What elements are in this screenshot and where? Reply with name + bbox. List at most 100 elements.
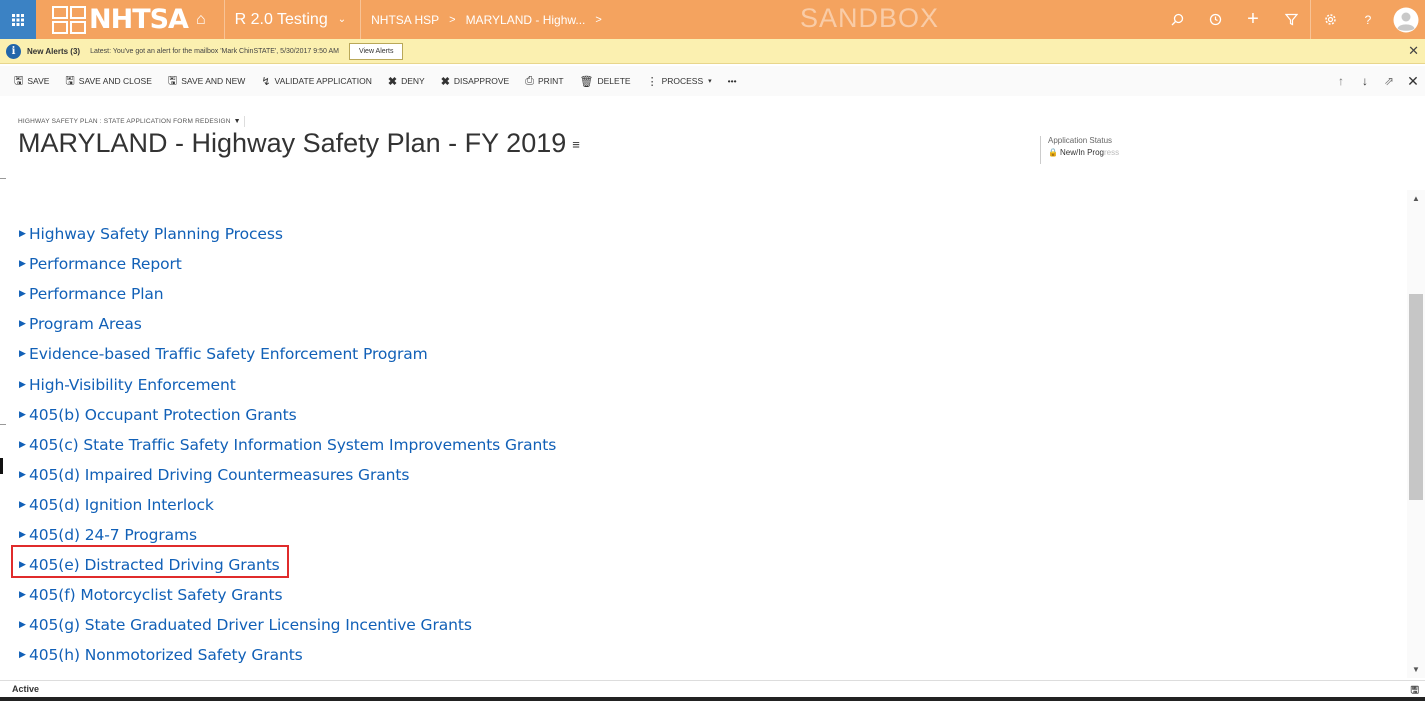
expand-icon[interactable]: ⇗	[1377, 74, 1401, 88]
printer-icon: ⎙	[525, 74, 535, 87]
caret-right-icon: ▶	[19, 319, 26, 330]
section-header[interactable]: ▶ Highway Safety Planning Process	[19, 219, 556, 249]
search-icon[interactable]	[1158, 0, 1196, 39]
vertical-scrollbar[interactable]: ▲ ▼	[1407, 190, 1425, 678]
application-status: Application Status 🔒 New/In Prog ress	[1040, 136, 1119, 164]
alert-message: Latest: You've got an alert for the mail…	[90, 47, 339, 55]
scroll-up-icon[interactable]: ▲	[1412, 194, 1420, 203]
record-state: Active	[12, 684, 40, 694]
record-navigation: ↑ ↓ ⇗ ✕	[1329, 66, 1425, 96]
print-button[interactable]: ⎙ PRINT	[525, 75, 563, 88]
app-name: R 2.0 Testing	[234, 10, 328, 28]
section-label: 405(d) Impaired Driving Countermeasures …	[29, 465, 410, 484]
x-icon: ✖	[387, 75, 398, 88]
scroll-down-icon[interactable]: ▼	[1412, 665, 1420, 674]
save-icon: 🖫	[14, 74, 24, 87]
breadcrumb-area[interactable]: NHTSA HSP	[371, 13, 439, 27]
help-icon[interactable]: ?	[1349, 0, 1387, 39]
process-button[interactable]: ⋮ PROCESS ▾	[647, 75, 712, 88]
section-label: Highway Safety Planning Process	[29, 225, 283, 244]
status-value-text: New/In Prog	[1059, 148, 1104, 157]
form-selector-label: HIGHWAY SAFETY PLAN : STATE APPLICATION …	[18, 118, 231, 125]
gear-icon[interactable]	[1311, 0, 1349, 39]
chevron-down-icon: ⌄	[337, 14, 347, 25]
caret-right-icon: ▶	[19, 529, 26, 540]
caret-right-icon: ▶	[19, 469, 26, 480]
close-icon[interactable]: ✕	[1408, 43, 1419, 59]
form-selector[interactable]: HIGHWAY SAFETY PLAN : STATE APPLICATION …	[18, 116, 245, 127]
nav-actions: + ?	[1158, 0, 1425, 39]
section-header[interactable]: ▶ Performance Report	[19, 249, 556, 279]
status-value: 🔒 New/In Prog ress	[1048, 148, 1119, 157]
scrollbar-thumb[interactable]	[1409, 294, 1423, 500]
highlight-box	[11, 545, 289, 578]
disapprove-button[interactable]: ✖ DISAPPROVE	[441, 75, 510, 88]
info-icon: i	[6, 43, 21, 59]
section-header[interactable]: ▶ 405(c) State Traffic Safety Information…	[19, 430, 556, 460]
validate-icon: ↯	[261, 75, 271, 88]
chevron-down-icon: ▾	[708, 78, 712, 85]
section-label: 405(c) State Traffic Safety Information …	[29, 435, 557, 454]
caret-right-icon: ▶	[19, 349, 26, 360]
section-header[interactable]: ▶ 405(b) Occupant Protection Grants	[19, 400, 556, 430]
section-label: Evidence-based Traffic Safety Enforcemen…	[29, 345, 428, 364]
save-button[interactable]: 🖫 SAVE	[14, 72, 49, 91]
section-list: ▶ Highway Safety Planning Process ▶ Perform…	[19, 219, 556, 678]
command-bar: 🖫 SAVE 🖫 SAVE AND CLOSE 🖫 SAVE AND NEW ↯…	[0, 66, 1425, 96]
section-label: High-Visibility Enforcement	[29, 375, 236, 394]
home-icon[interactable]: ⌂	[196, 11, 206, 29]
section-header[interactable]: ▶ 405(d) Impaired Driving Countermeasures…	[19, 460, 556, 490]
section-header[interactable]: ▶ Performance Plan	[19, 279, 556, 309]
app-switcher[interactable]: R 2.0 Testing ⌄	[235, 11, 346, 29]
plus-icon[interactable]: +	[1234, 0, 1272, 39]
section-label: 405(b) Occupant Protection Grants	[29, 405, 297, 424]
section-label: Program Areas	[29, 315, 142, 334]
save-and-new-button[interactable]: 🖫 SAVE AND NEW	[168, 72, 245, 91]
section-header[interactable]: ▶ 405(f) Motorcyclist Safety Grants	[19, 580, 556, 610]
caret-right-icon: ▶	[19, 620, 26, 631]
section-header[interactable]: ▶ 405(d) Ignition Interlock	[19, 490, 556, 520]
alert-title[interactable]: New Alerts (3)	[27, 47, 80, 56]
caret-right-icon: ▶	[19, 259, 26, 270]
close-icon[interactable]: ✕	[1401, 73, 1425, 90]
more-commands-button[interactable]: •••	[728, 76, 737, 86]
menu-icon[interactable]: ≡	[572, 137, 580, 152]
caret-down-icon: ▼	[233, 118, 241, 125]
save-new-icon: 🖫	[167, 74, 178, 87]
user-avatar-icon[interactable]	[1387, 0, 1425, 39]
page-title: MARYLAND - Highway Safety Plan - FY 2019…	[18, 128, 580, 159]
section-header[interactable]: ▶ Evidence-based Traffic Safety Enforceme…	[19, 339, 556, 369]
section-label: 405(g) State Graduated Driver Licensing …	[29, 616, 472, 635]
section-header[interactable]: ▶ Program Areas	[19, 309, 556, 339]
caret-right-icon: ▶	[19, 379, 26, 390]
app-launcher-button[interactable]	[0, 0, 36, 39]
caret-right-icon: ▶	[19, 439, 26, 450]
chevron-right-icon[interactable]: >	[595, 14, 601, 26]
save-and-close-button[interactable]: 🖫 SAVE AND CLOSE	[65, 72, 151, 91]
arrow-up-icon[interactable]: ↑	[1329, 74, 1353, 88]
deny-button[interactable]: ✖ DENY	[388, 75, 425, 88]
section-header[interactable]: ▶ 405(h) Nonmotorized Safety Grants	[19, 640, 556, 670]
save-new-label: SAVE AND NEW	[181, 76, 246, 86]
process-label: PROCESS	[661, 76, 704, 86]
section-header[interactable]: ▶ High-Visibility Enforcement	[19, 369, 556, 399]
breadcrumb: NHTSA HSP > MARYLAND - Highw... >	[371, 13, 612, 27]
arrow-down-icon[interactable]: ↓	[1353, 74, 1377, 88]
filter-icon[interactable]	[1272, 0, 1310, 39]
history-icon[interactable]	[1196, 0, 1234, 39]
section-label: 405(d) 24-7 Programs	[29, 525, 198, 544]
validate-application-button[interactable]: ↯ VALIDATE APPLICATION	[261, 75, 372, 88]
section-header[interactable]: ▶1906 Racial Profiling Data Collection G…	[19, 670, 556, 678]
nhtsa-logo[interactable]: NHTSA ⌂	[52, 0, 206, 39]
section-header[interactable]: ▶ 405(g) State Graduated Driver Licensing…	[19, 610, 556, 640]
form-body: ▶ Highway Safety Planning Process ▶ Perform…	[0, 190, 1407, 678]
view-alerts-button[interactable]: View Alerts	[348, 42, 404, 60]
breadcrumb-record[interactable]: MARYLAND - Highw...	[466, 13, 586, 27]
taskbar-edge	[0, 697, 1425, 701]
section-label: 405(f) Motorcyclist Safety Grants	[29, 586, 283, 605]
delete-button[interactable]: 🗑 DELETE	[580, 75, 631, 88]
print-label: PRINT	[538, 76, 564, 86]
edge-marker	[0, 178, 6, 179]
caret-right-icon: ▶	[19, 409, 26, 420]
section-label: 405(d) Ignition Interlock	[29, 495, 214, 514]
